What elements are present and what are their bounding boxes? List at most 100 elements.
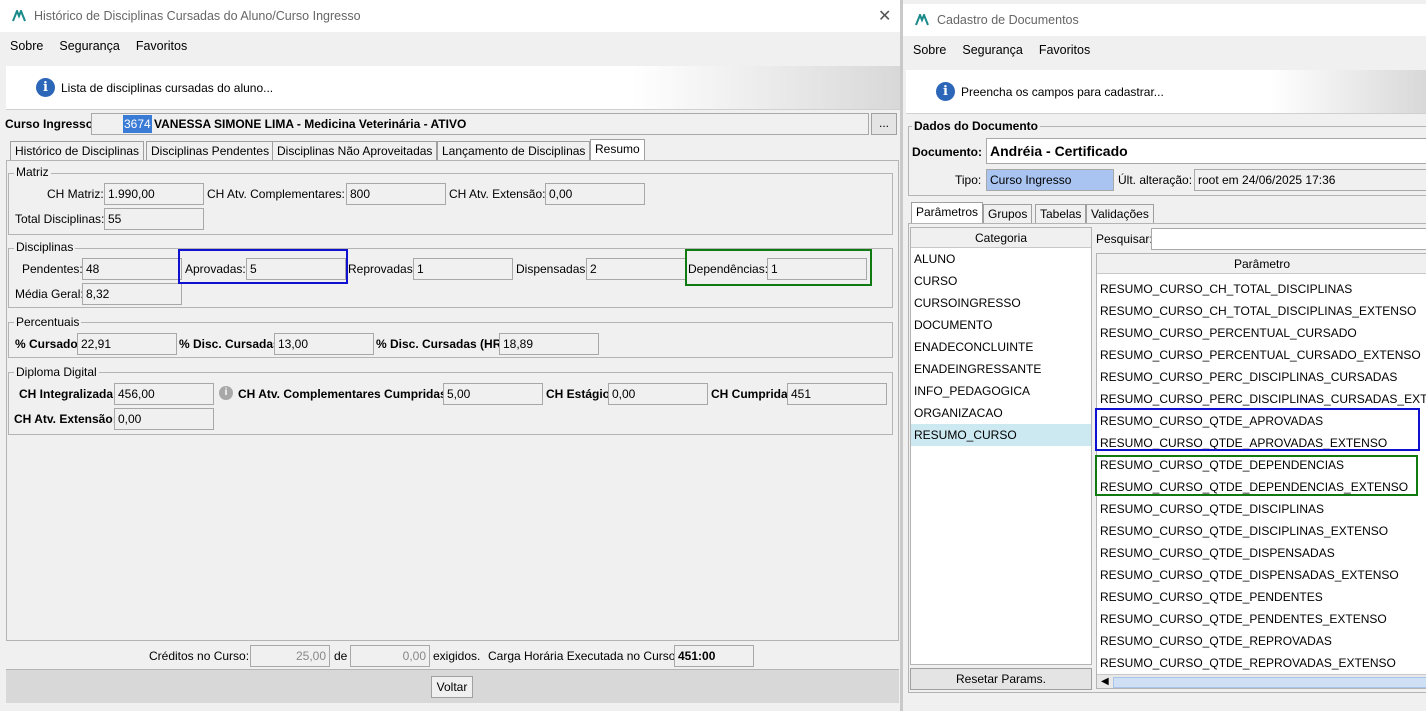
dados-documento-title: Dados do Documento bbox=[912, 119, 1041, 133]
table-row[interactable]: RESUMO_CURSO_QTDE_PENDENTES_EXTENSO bbox=[1097, 608, 1426, 630]
disc-cursadas-hr-field[interactable]: 18,89 bbox=[499, 333, 599, 355]
categoria-header[interactable]: Categoria bbox=[911, 228, 1091, 248]
table-row[interactable]: RESUMO_CURSO_CH_TOTAL_DISCIPLINAS_EXTENS… bbox=[1097, 300, 1426, 322]
carga-field[interactable]: 451:00 bbox=[674, 645, 754, 667]
media-field[interactable]: 8,32 bbox=[82, 283, 182, 305]
table-row[interactable]: RESUMO_CURSO_QTDE_DISPENSADAS bbox=[1097, 542, 1426, 564]
cursado-field[interactable]: 22,91 bbox=[77, 333, 177, 355]
curso-ingresso-field[interactable]: 3674 VANESSA SIMONE LIMA - Medicina Vete… bbox=[91, 113, 869, 135]
table-row[interactable]: RESUMO_CURSO_QTDE_PENDENTES bbox=[1097, 586, 1426, 608]
list-item[interactable]: CURSOINGRESSO bbox=[911, 292, 1091, 314]
media-label: Média Geral: bbox=[15, 287, 84, 301]
menu-seguranca[interactable]: Segurança bbox=[962, 43, 1022, 57]
table-row[interactable]: RESUMO_CURSO_PERCENTUAL_CURSADO_EXTENSO bbox=[1097, 344, 1426, 366]
tab-lancamento[interactable]: Lançamento de Disciplinas bbox=[437, 141, 591, 161]
creditos-field[interactable]: 25,00 bbox=[250, 645, 330, 667]
right-info-text: Preencha os campos para cadastrar... bbox=[961, 84, 1164, 99]
tipo-field[interactable]: Curso Ingresso bbox=[986, 169, 1114, 191]
horizontal-scrollbar[interactable]: ◀ bbox=[1097, 674, 1426, 688]
aprovadas-params-highlight bbox=[1095, 408, 1420, 451]
tab-panel: Matriz CH Matriz: 1.990,00 CH Atv. Compl… bbox=[6, 160, 899, 641]
carga-label: Carga Horária Executada no Curso: bbox=[488, 649, 679, 663]
info-icon: i bbox=[936, 82, 955, 101]
right-info-bar: i Preencha os campos para cadastrar... bbox=[906, 70, 1426, 114]
dispensadas-label: Dispensadas: bbox=[516, 262, 589, 276]
ult-alt-field[interactable]: root em 24/06/2025 17:36 bbox=[1194, 169, 1426, 191]
voltar-button[interactable]: Voltar bbox=[431, 676, 473, 698]
disc-cursadas-label: % Disc. Cursadas: bbox=[179, 337, 284, 351]
exigidos-label: exigidos. bbox=[433, 649, 481, 663]
pesquisar-input[interactable] bbox=[1151, 228, 1426, 250]
diploma-ch-atv-ext-field[interactable]: 0,00 bbox=[114, 408, 214, 430]
disc-cursadas-field[interactable]: 13,00 bbox=[274, 333, 374, 355]
documento-field[interactable]: Andréia - Certificado bbox=[986, 138, 1426, 164]
total-disc-field[interactable]: 55 bbox=[104, 208, 204, 230]
ch-integ-label: CH Integralizada: bbox=[19, 387, 118, 401]
table-row[interactable]: RESUMO_CURSO_CH_TOTAL_DISCIPLINAS bbox=[1097, 278, 1426, 300]
percentuais-title: Percentuais bbox=[14, 315, 82, 329]
tab-resumo[interactable]: Resumo bbox=[590, 139, 645, 161]
ch-atv-ext-label: CH Atv. Extensão: bbox=[449, 187, 546, 201]
ch-estagio-label: CH Estágio: bbox=[546, 387, 615, 401]
table-row[interactable]: RESUMO_CURSO_PERCENTUAL_CURSADO bbox=[1097, 322, 1426, 344]
reprovadas-field[interactable]: 1 bbox=[413, 258, 513, 280]
tab-grupos[interactable]: Grupos bbox=[983, 204, 1033, 224]
ch-estagio-field[interactable]: 0,00 bbox=[608, 383, 708, 405]
ch-atv-comp-field[interactable]: 800 bbox=[346, 183, 446, 205]
curso-lookup-button[interactable]: ... bbox=[871, 113, 897, 135]
tab-tabelas[interactable]: Tabelas bbox=[1035, 204, 1087, 224]
table-row[interactable]: RESUMO_CURSO_QTDE_REPROVADAS_EXTENSO bbox=[1097, 652, 1426, 674]
ult-alt-label: Últ. alteração: bbox=[1118, 173, 1193, 187]
tab-nao-aproveitadas[interactable]: Disciplinas Não Aproveitadas bbox=[272, 141, 438, 161]
curso-desc-value: VANESSA SIMONE LIMA - Medicina Veterinár… bbox=[154, 117, 467, 131]
disc-cursadas-hr-label: % Disc. Cursadas (HR): bbox=[376, 337, 510, 351]
ch-cumprida-field[interactable]: 451 bbox=[787, 383, 887, 405]
menu-sobre[interactable]: Sobre bbox=[10, 39, 43, 53]
creditos-label: Créditos no Curso: bbox=[149, 649, 250, 663]
right-window: Cadastro de Documentos Sobre Segurança F… bbox=[903, 0, 1426, 711]
list-item[interactable]: ORGANIZACAO bbox=[911, 402, 1091, 424]
tab-historico[interactable]: Histórico de Disciplinas bbox=[10, 141, 145, 161]
list-item-selected[interactable]: RESUMO_CURSO bbox=[911, 424, 1091, 446]
table-row[interactable]: RESUMO_CURSO_QTDE_DISPENSADAS_EXTENSO bbox=[1097, 564, 1426, 586]
scroll-left-icon[interactable]: ◀ bbox=[1101, 676, 1109, 687]
pesquisar-label: Pesquisar: bbox=[1096, 232, 1153, 246]
app-logo-icon bbox=[12, 10, 26, 22]
left-window: Histórico de Disciplinas Cursadas do Alu… bbox=[0, 0, 900, 711]
ch-integ-field[interactable]: 456,00 bbox=[114, 383, 214, 405]
pendentes-field[interactable]: 48 bbox=[82, 258, 182, 280]
right-menubar: Sobre Segurança Favoritos bbox=[903, 38, 1426, 62]
list-item[interactable]: ENADEINGRESSANTE bbox=[911, 358, 1091, 380]
ch-atv-comp-label: CH Atv. Complementares: bbox=[207, 187, 345, 201]
categoria-list[interactable]: Categoria ALUNO CURSO CURSOINGRESSO DOCU… bbox=[910, 227, 1092, 665]
list-item[interactable]: CURSO bbox=[911, 270, 1091, 292]
resetar-params-button[interactable]: Resetar Params. bbox=[910, 668, 1092, 690]
menu-favoritos[interactable]: Favoritos bbox=[1039, 43, 1090, 57]
table-row[interactable]: RESUMO_CURSO_PERC_DISCIPLINAS_CURSADAS bbox=[1097, 366, 1426, 388]
ch-comp-cumpridas-field[interactable]: 5,00 bbox=[443, 383, 543, 405]
scrollbar-thumb[interactable] bbox=[1113, 677, 1426, 688]
close-icon[interactable]: ✕ bbox=[878, 6, 891, 26]
menu-sobre[interactable]: Sobre bbox=[913, 43, 946, 57]
table-row[interactable]: RESUMO_CURSO_QTDE_REPROVADAS bbox=[1097, 630, 1426, 652]
menu-seguranca[interactable]: Segurança bbox=[59, 39, 119, 53]
ch-atv-ext-field[interactable]: 0,00 bbox=[545, 183, 645, 205]
dispensadas-field[interactable]: 2 bbox=[586, 258, 686, 280]
right-titlebar: Cadastro de Documentos bbox=[903, 4, 1426, 36]
list-item[interactable]: ENADECONCLUINTE bbox=[911, 336, 1091, 358]
table-row[interactable]: RESUMO_CURSO_QTDE_DISCIPLINAS bbox=[1097, 498, 1426, 520]
tab-validacoes[interactable]: Validações bbox=[1086, 204, 1154, 224]
tab-pendentes[interactable]: Disciplinas Pendentes bbox=[146, 141, 275, 161]
tab-parametros[interactable]: Parâmetros bbox=[911, 202, 984, 224]
list-item[interactable]: INFO_PEDAGOGICA bbox=[911, 380, 1091, 402]
table-row[interactable]: RESUMO_CURSO_PERC_DISCIPLINAS_CURSADAS_E… bbox=[1097, 388, 1426, 410]
exigidos-field[interactable]: 0,00 bbox=[350, 645, 430, 667]
menu-favoritos[interactable]: Favoritos bbox=[136, 39, 187, 53]
left-info-bar: i Lista de disciplinas cursadas do aluno… bbox=[6, 66, 900, 110]
parametro-header[interactable]: Parâmetro bbox=[1097, 254, 1426, 274]
info-small-icon[interactable]: i bbox=[219, 386, 233, 400]
ch-matriz-field[interactable]: 1.990,00 bbox=[104, 183, 204, 205]
table-row[interactable]: RESUMO_CURSO_QTDE_DISCIPLINAS_EXTENSO bbox=[1097, 520, 1426, 542]
list-item[interactable]: DOCUMENTO bbox=[911, 314, 1091, 336]
list-item[interactable]: ALUNO bbox=[911, 248, 1091, 270]
